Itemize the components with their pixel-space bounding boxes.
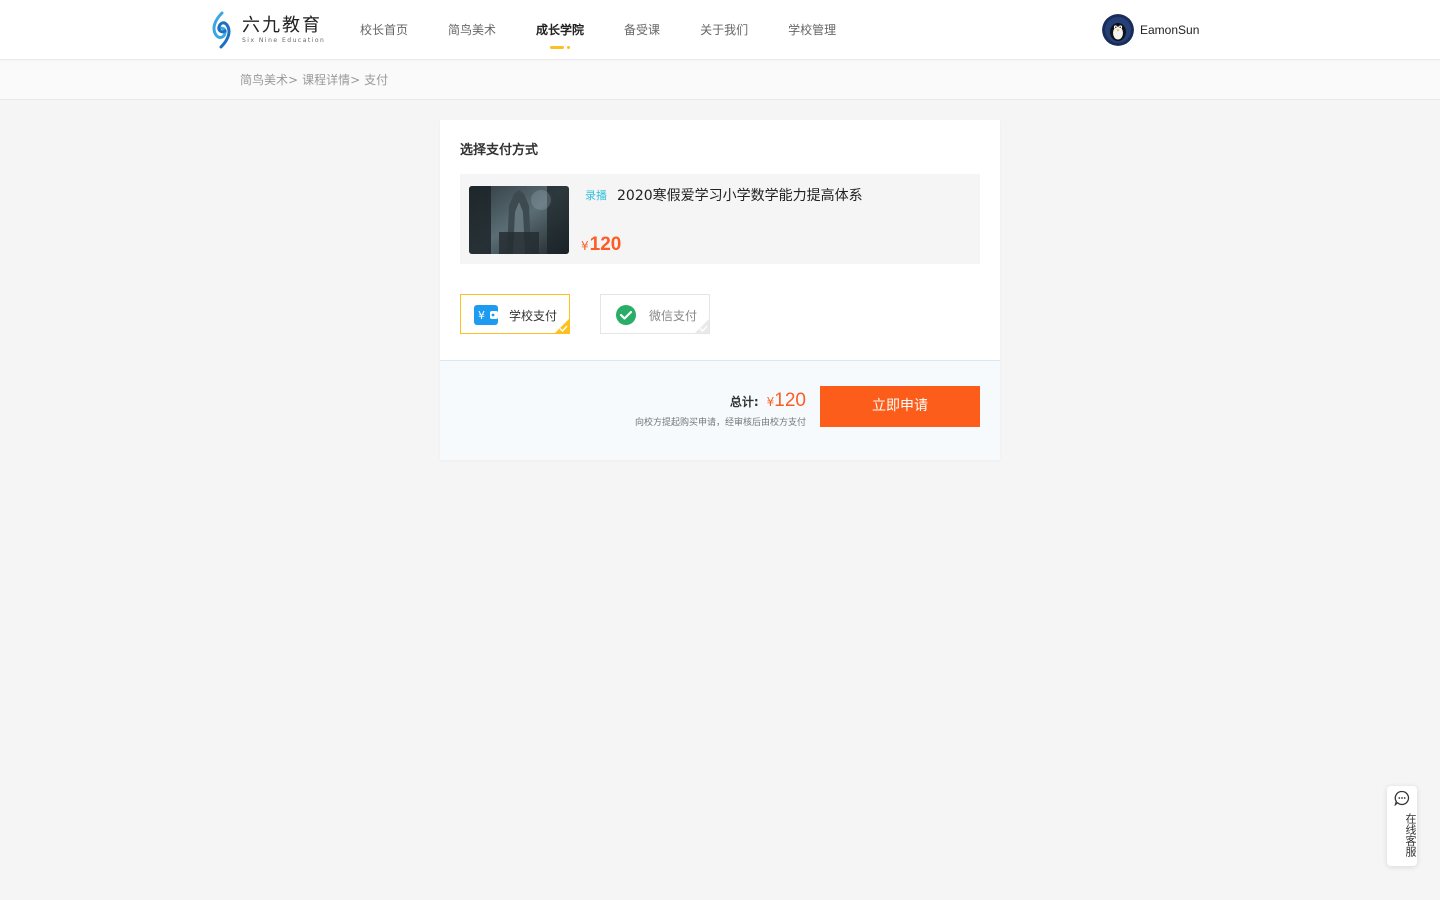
user-menu[interactable]: EamonSun [1102, 14, 1199, 46]
course-name: 2020寒假爱学习小学数学能力提高体系 [617, 188, 863, 204]
total-label: 总计: [729, 395, 759, 409]
apply-now-button[interactable]: 立即申请 [820, 386, 980, 427]
brand-text: 六九教育 Six Nine Education [242, 14, 326, 45]
course-summary: 录播 2020寒假爱学习小学数学能力提高体系 ¥ 120 [460, 174, 980, 264]
nav-item-jianniao-art[interactable]: 简鸟美术 [448, 0, 496, 60]
nav-item-growth-academy[interactable]: 成长学院 [536, 0, 584, 60]
payment-footer: 总计: ¥ 120 向校方提起购买申请，经审核后由校方支付 立即申请 [440, 360, 1000, 460]
pay-option-label: 微信支付 [649, 309, 698, 323]
nav-item-lesson-prep[interactable]: 备受课 [624, 0, 660, 60]
check-icon [699, 325, 708, 332]
top-header: 六九教育 Six Nine Education 校长首页 简鸟美术 成长学院 备… [0, 0, 1440, 60]
school-wallet-icon: ¥ [474, 305, 498, 325]
breadcrumb: 简鸟美术 > 课程详情 > 支付 [240, 61, 388, 100]
brand-name-cn: 六九教育 [242, 14, 322, 36]
online-service-label: 在线客服 [1404, 813, 1417, 857]
breadcrumb-bar: 简鸟美术 > 课程详情 > 支付 [0, 61, 1440, 100]
penguin-avatar-icon [1102, 14, 1134, 46]
pay-option-label: 学校支付 [509, 309, 558, 323]
check-icon [559, 325, 568, 332]
course-price-value: 120 [589, 234, 622, 255]
chat-bubble-icon [1394, 790, 1410, 806]
breadcrumb-separator: > [288, 73, 299, 87]
svg-text:¥: ¥ [478, 309, 485, 322]
active-nav-indicator-dot [567, 46, 571, 49]
course-type-tag: 录播 [585, 189, 607, 202]
breadcrumb-current-payment: 支付 [364, 73, 389, 87]
brand-name-en: Six Nine Education [242, 36, 326, 44]
wechat-pay-icon [616, 305, 636, 325]
payment-title: 选择支付方式 [460, 143, 539, 158]
nav-item-school-admin[interactable]: 学校管理 [788, 0, 836, 60]
breadcrumb-link-course-detail[interactable]: 课程详情 [302, 61, 350, 100]
main-nav: 校长首页 简鸟美术 成长学院 备受课 关于我们 学校管理 [360, 0, 876, 60]
payment-card: 选择支付方式 录播 2020寒假爱学习小学数学能力提高体系 ¥ 120 ¥ 学校… [440, 120, 1000, 460]
total-value: 120 [774, 390, 806, 411]
active-nav-indicator [550, 46, 565, 49]
brand-logo[interactable]: 六九教育 Six Nine Education [208, 11, 328, 49]
username: EamonSun [1140, 23, 1200, 37]
online-service-widget[interactable]: 在线客服 [1387, 786, 1417, 866]
pay-option-school[interactable]: ¥ 学校支付 [460, 294, 570, 334]
breadcrumb-separator: > [350, 73, 361, 87]
payment-note: 向校方提起购买申请，经审核后由校方支付 [634, 418, 806, 428]
course-thumbnail [469, 186, 569, 254]
six-nine-logo-icon [212, 11, 231, 49]
currency-symbol: ¥ [766, 395, 775, 409]
course-price: ¥ 120 [581, 234, 621, 256]
breadcrumb-link-art[interactable]: 简鸟美术 [240, 61, 288, 100]
nav-item-principal-home[interactable]: 校长首页 [360, 0, 408, 60]
total-amount: 总计: ¥ 120 [730, 390, 806, 412]
currency-symbol: ¥ [581, 239, 589, 253]
nav-item-about-us[interactable]: 关于我们 [700, 0, 748, 60]
pay-option-wechat[interactable]: 微信支付 [600, 294, 710, 334]
